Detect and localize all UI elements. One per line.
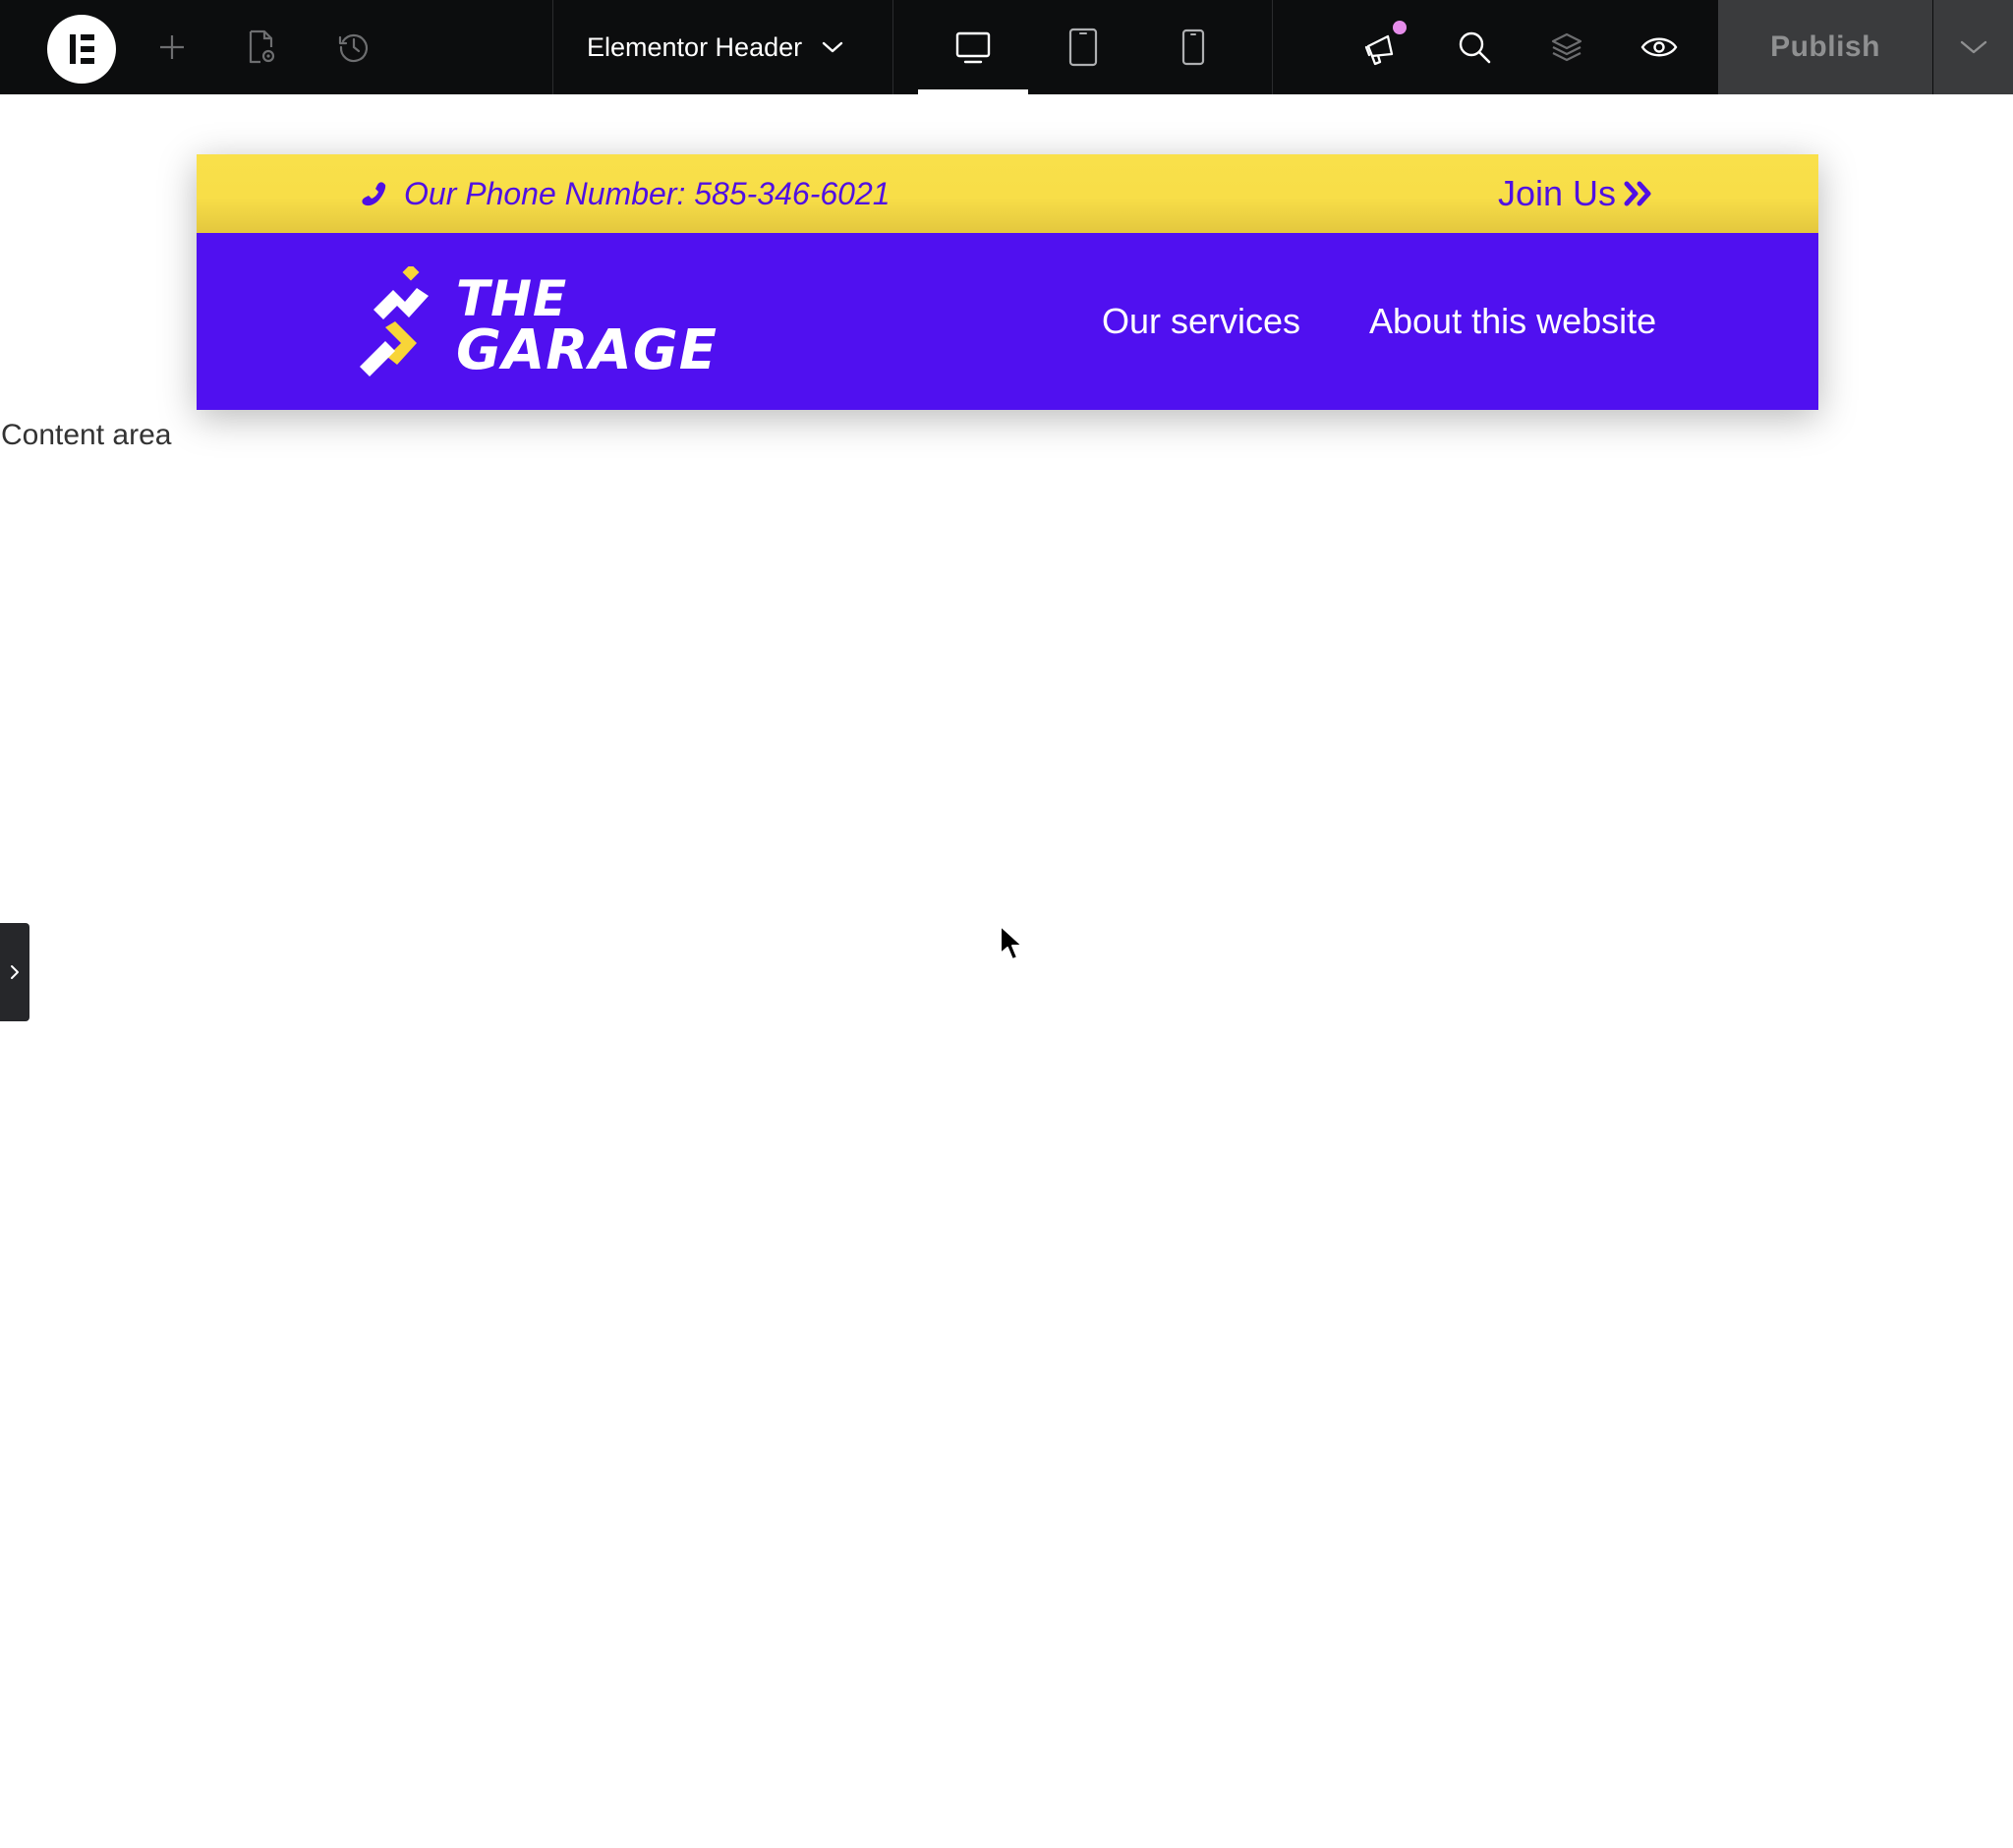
desktop-icon: [955, 31, 991, 64]
double-chevron-right-icon: [1624, 181, 1651, 206]
mouse-cursor-icon: [999, 924, 1026, 968]
site-logo[interactable]: THE GARAGE: [358, 266, 717, 378]
header-main-bar: THE GARAGE Our services About this websi…: [197, 233, 1818, 410]
nav-item-our-services[interactable]: Our services: [1102, 233, 1300, 410]
header-template[interactable]: Our Phone Number: 585-346-6021 Join Us T…: [197, 154, 1818, 410]
history-icon: [338, 33, 368, 63]
document-settings-icon: [249, 29, 275, 64]
document-title: Elementor Header: [587, 31, 803, 62]
preview-button[interactable]: [1638, 0, 1681, 94]
toolbar-divider: [1272, 0, 1273, 94]
chevron-down-icon: [1960, 40, 1986, 54]
elementor-logo-button[interactable]: [47, 15, 116, 84]
megaphone-icon: [1364, 34, 1394, 66]
phone-text: Our Phone Number: 585-346-6021: [404, 175, 891, 211]
panel-toggle-button[interactable]: [0, 923, 29, 1021]
tablet-icon: [1068, 28, 1098, 67]
chevron-down-icon: [822, 40, 843, 54]
toolbar-divider: [892, 0, 893, 94]
layers-icon: [1551, 32, 1582, 62]
elementor-logo-mark: [70, 34, 76, 64]
join-us-label: Join Us: [1497, 173, 1616, 213]
brand-line-1: THE: [456, 270, 568, 327]
notification-dot: [1393, 21, 1407, 34]
search-icon: [1459, 31, 1491, 64]
add-element-button[interactable]: [152, 0, 192, 94]
publish-button[interactable]: Publish: [1718, 0, 1932, 94]
tablet-view-button[interactable]: [1064, 0, 1103, 94]
content-area-placeholder: Content area: [1, 419, 172, 451]
page-settings-button[interactable]: [242, 0, 281, 94]
mobile-icon: [1181, 29, 1205, 66]
join-us-link[interactable]: Join Us: [1498, 154, 1655, 233]
active-device-indicator: [918, 89, 1028, 94]
whats-new-button[interactable]: [1360, 0, 1404, 94]
header-top-strip: Our Phone Number: 585-346-6021 Join Us: [197, 154, 1818, 233]
toolbar-divider: [552, 0, 553, 94]
publish-options-button[interactable]: [1933, 0, 2013, 94]
desktop-view-button[interactable]: [918, 0, 1028, 94]
phone-icon: [362, 182, 386, 206]
history-button[interactable]: [334, 0, 374, 94]
brand-line-2: GARAGE: [456, 318, 718, 382]
runner-logo-icon: [360, 266, 429, 376]
editor-toolbar: Elementor Header Publish: [0, 0, 2013, 94]
structure-button[interactable]: [1545, 0, 1588, 94]
document-title-dropdown[interactable]: Elementor Header: [587, 0, 843, 94]
phone-number[interactable]: Our Phone Number: 585-346-6021: [359, 154, 891, 233]
search-button[interactable]: [1453, 0, 1496, 94]
mobile-view-button[interactable]: [1174, 0, 1213, 94]
plus-icon: [160, 35, 184, 59]
eye-icon: [1640, 37, 1678, 57]
chevron-right-icon: [11, 965, 19, 979]
nav-item-about-this-website[interactable]: About this website: [1369, 233, 1656, 410]
